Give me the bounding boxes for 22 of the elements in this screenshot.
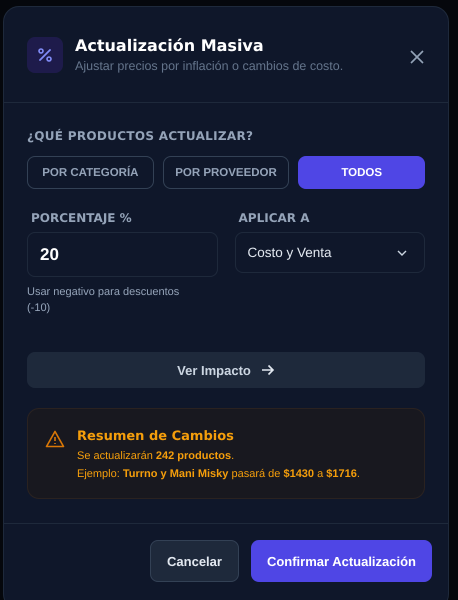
confirm-button[interactable]: Confirmar Actualización — [250, 540, 432, 582]
scope-option[interactable]: POR PROVEEDOR — [162, 156, 290, 189]
warning-icon — [45, 430, 65, 448]
summary-title: Resumen de Cambios — [77, 429, 235, 444]
scope-option[interactable]: TODOS — [298, 156, 426, 189]
apply-to-dropdown[interactable]: Costo y Venta — [234, 232, 425, 273]
arrow-right-icon — [260, 364, 275, 376]
percentage-field[interactable]: 20 — [27, 232, 218, 277]
dialog-subtitle: Ajustar precios por inflación o cambios de costo. — [75, 59, 344, 73]
summary-text: Ejemplo: Turrno y Mani Misky pasará de $1430 a $1716. — [77, 468, 360, 480]
section-label: ¿QUÉ PRODUCTOS ACTUALIZAR? — [27, 129, 254, 143]
scope-option[interactable]: POR CATEGORÍA — [27, 156, 154, 189]
close-icon[interactable] — [410, 50, 424, 64]
help-text: Usar negativo para descuentos (-10) — [27, 285, 180, 316]
dialog-title: Actualización Masiva — [75, 35, 265, 57]
chevron-down-icon — [396, 248, 408, 256]
summary-text: Se actualizarán 242 productos. — [77, 450, 236, 462]
cancel-button[interactable]: Cancelar — [150, 540, 239, 582]
field-label: PORCENTAJE % — [31, 211, 133, 225]
percent-icon — [27, 37, 63, 73]
field-label: APLICAR A — [238, 211, 310, 225]
impact-button[interactable]: Ver Impacto — [27, 352, 425, 388]
